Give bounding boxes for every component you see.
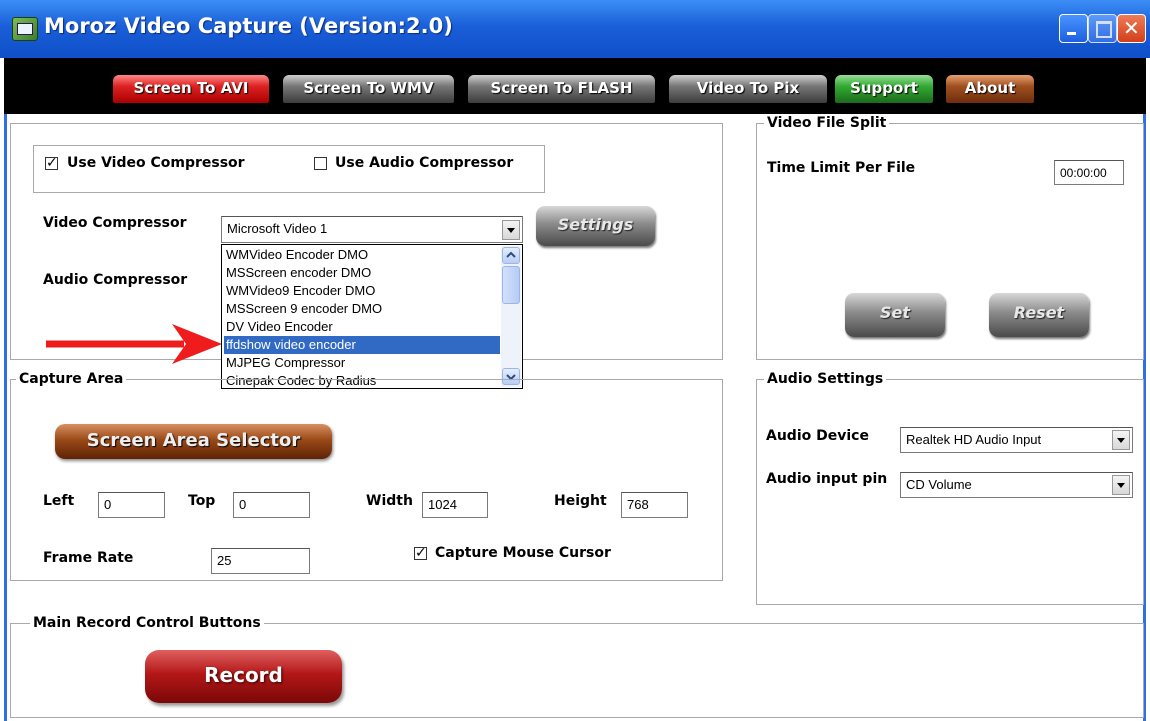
capture-mouse-cursor-label: Capture Mouse Cursor — [435, 545, 611, 561]
audio-input-pin-select[interactable]: CD Volume — [900, 472, 1133, 498]
video-file-split-legend: Video File Split — [764, 115, 890, 131]
reset-button[interactable]: Reset — [989, 293, 1089, 337]
chevron-down-icon[interactable] — [1112, 430, 1130, 450]
chevron-down-icon[interactable] — [1112, 475, 1130, 495]
audio-device-select[interactable]: Realtek HD Audio Input — [900, 427, 1133, 453]
settings-button[interactable]: Settings — [536, 206, 655, 246]
maximize-icon[interactable] — [1088, 14, 1117, 43]
time-limit-input[interactable]: 00:00:00 — [1054, 160, 1124, 185]
video-compressor-label: Video Compressor — [43, 215, 187, 231]
width-input[interactable]: 1024 — [422, 492, 488, 518]
capture-mouse-cursor-checkbox[interactable]: ✓ — [414, 546, 427, 560]
dropdown-item[interactable]: DV Video Encoder — [224, 318, 500, 336]
chevron-down-icon[interactable] — [502, 220, 520, 240]
scroll-thumb[interactable] — [502, 266, 520, 304]
dropdown-item[interactable]: WMVideo Encoder DMO — [224, 246, 500, 264]
record-button[interactable]: Record — [145, 650, 342, 703]
use-audio-compressor-checkbox[interactable] — [314, 157, 327, 170]
record-controls-legend: Main Record Control Buttons — [30, 615, 264, 631]
dropdown-scrollbar[interactable] — [501, 246, 521, 387]
tab-screen-to-avi[interactable]: Screen To AVI — [113, 75, 269, 103]
minimize-icon[interactable] — [1059, 14, 1088, 43]
audio-device-label: Audio Device — [766, 428, 869, 444]
window-title: Moroz Video Capture (Version:2.0) — [44, 14, 453, 38]
capture-area-legend: Capture Area — [16, 371, 127, 387]
set-button[interactable]: Set — [845, 293, 945, 337]
use-video-compressor-label: Use Video Compressor — [67, 155, 245, 171]
audio-settings-legend: Audio Settings — [764, 371, 887, 387]
audio-compressor-label: Audio Compressor — [43, 272, 188, 288]
app-icon — [12, 17, 38, 41]
dropdown-item[interactable]: MJPEG Compressor — [224, 354, 500, 372]
video-compressor-dropdown-list[interactable]: WMVideo Encoder DMO MSScreen encoder DMO… — [221, 244, 523, 389]
tab-video-to-pix[interactable]: Video To Pix — [669, 75, 827, 103]
height-input[interactable]: 768 — [621, 492, 688, 518]
tab-screen-to-flash[interactable]: Screen To FLASH — [468, 75, 655, 103]
top-label: Top — [188, 493, 216, 509]
left-input[interactable]: 0 — [98, 492, 165, 518]
use-video-compressor-checkbox[interactable]: ✓ — [45, 156, 58, 170]
dropdown-item-highlighted[interactable]: ffdshow video encoder — [224, 336, 500, 354]
audio-input-pin-label: Audio input pin — [766, 471, 888, 487]
tab-about[interactable]: About — [946, 75, 1034, 103]
close-icon[interactable]: ✕ — [1117, 14, 1146, 43]
dropdown-item[interactable]: MSScreen encoder DMO — [224, 264, 500, 282]
width-label: Width — [366, 493, 413, 509]
frame-rate-label: Frame Rate — [43, 550, 134, 566]
video-compressor-select[interactable]: Microsoft Video 1 — [221, 216, 523, 243]
time-limit-label: Time Limit Per File — [767, 160, 916, 176]
frame-rate-input[interactable]: 25 — [211, 548, 310, 574]
chevron-up-icon — [506, 251, 516, 258]
left-label: Left — [43, 493, 75, 509]
dropdown-item[interactable]: WMVideo9 Encoder DMO — [224, 282, 500, 300]
dropdown-item[interactable]: MSScreen 9 encoder DMO — [224, 300, 500, 318]
use-audio-compressor-label: Use Audio Compressor — [335, 155, 514, 171]
screen-area-selector-button[interactable]: Screen Area Selector — [55, 424, 332, 459]
top-input[interactable]: 0 — [233, 492, 310, 518]
height-label: Height — [554, 493, 607, 509]
tab-screen-to-wmv[interactable]: Screen To WMV — [283, 75, 454, 103]
red-arrow-icon — [46, 324, 222, 364]
tab-support[interactable]: Support — [835, 75, 933, 103]
